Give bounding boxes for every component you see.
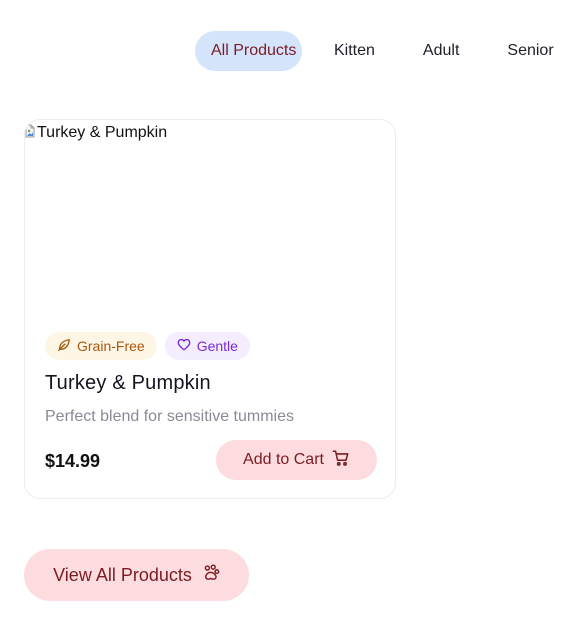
- tab-label: Kitten: [334, 42, 375, 59]
- product-price: $14.99: [45, 451, 101, 471]
- view-all-products-button[interactable]: View All Products: [24, 549, 249, 601]
- add-to-cart-button[interactable]: Add to Cart: [216, 440, 377, 480]
- image-alt-text: Turkey & Pumpkin: [37, 124, 168, 141]
- view-all-label: View All Products: [53, 564, 192, 585]
- add-to-cart-label: Add to Cart: [243, 451, 324, 468]
- tab-senior[interactable]: Senior: [491, 31, 553, 71]
- category-filter-tabs: All Products Kitten Adult Senior: [195, 31, 554, 71]
- tab-label: Adult: [422, 42, 460, 59]
- grain-free-badge: Grain-Free: [45, 332, 157, 360]
- leaf-icon: [57, 338, 71, 355]
- product-name[interactable]: Turkey & Pumpkin: [45, 370, 211, 396]
- cart-icon: [332, 449, 350, 472]
- tab-adult[interactable]: Adult: [407, 31, 475, 71]
- product-description: Perfect blend for sensitive tummies: [45, 408, 294, 425]
- paw-icon: [202, 563, 220, 587]
- product-listing-page: All Products Kitten Adult Senior Turkey …: [0, 0, 582, 634]
- tab-label: All Products: [211, 42, 297, 59]
- product-card[interactable]: Turkey & Pumpkin Grain-Free Gentle Turke…: [24, 119, 396, 499]
- gentle-badge: Gentle: [164, 332, 250, 360]
- tab-all-products[interactable]: All Products: [195, 31, 302, 71]
- tab-label: Senior: [507, 42, 554, 59]
- product-badges: Grain-Free Gentle: [45, 332, 250, 360]
- broken-image-icon: [25, 124, 35, 138]
- tab-kitten[interactable]: Kitten: [318, 31, 391, 71]
- badge-label: Grain-Free: [77, 338, 145, 354]
- product-image[interactable]: Turkey & Pumpkin: [25, 120, 395, 316]
- badge-label: Gentle: [196, 338, 238, 354]
- heart-icon: [177, 338, 191, 354]
